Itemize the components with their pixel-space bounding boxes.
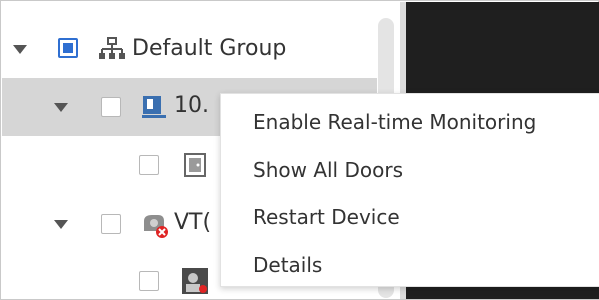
device-label: 10.: [174, 93, 209, 118]
vto-offline-icon: [140, 211, 170, 243]
menu-item-show-all-doors[interactable]: Show All Doors: [221, 146, 599, 194]
tree-node-default-group[interactable]: Default Group: [2, 20, 377, 78]
expand-arrow-icon[interactable]: [54, 220, 68, 229]
access-controller-icon: [141, 94, 167, 124]
vto-checkbox[interactable]: [101, 214, 121, 234]
menu-item-restart-device[interactable]: Restart Device: [221, 193, 599, 241]
expand-arrow-icon[interactable]: [13, 45, 27, 54]
door-icon: [184, 153, 206, 181]
default-group-checkbox[interactable]: [58, 38, 78, 58]
camera-channel-icon: [181, 267, 209, 299]
channel-checkbox[interactable]: [139, 271, 159, 291]
door-checkbox[interactable]: [139, 155, 159, 175]
app-frame: Default Group 10. VT(Enable Real-time M…: [0, 0, 599, 300]
expand-arrow-icon[interactable]: [54, 103, 68, 112]
group-hierarchy-icon: [99, 37, 125, 65]
default-group-label: Default Group: [132, 36, 287, 61]
menu-item-enable-realtime-monitoring[interactable]: Enable Real-time Monitoring: [221, 98, 599, 146]
device-checkbox[interactable]: [101, 97, 121, 117]
vto-label: VT(: [174, 210, 212, 235]
menu-item-details[interactable]: Details: [221, 241, 599, 289]
context-menu: Enable Real-time Monitoring Show All Doo…: [220, 93, 599, 287]
